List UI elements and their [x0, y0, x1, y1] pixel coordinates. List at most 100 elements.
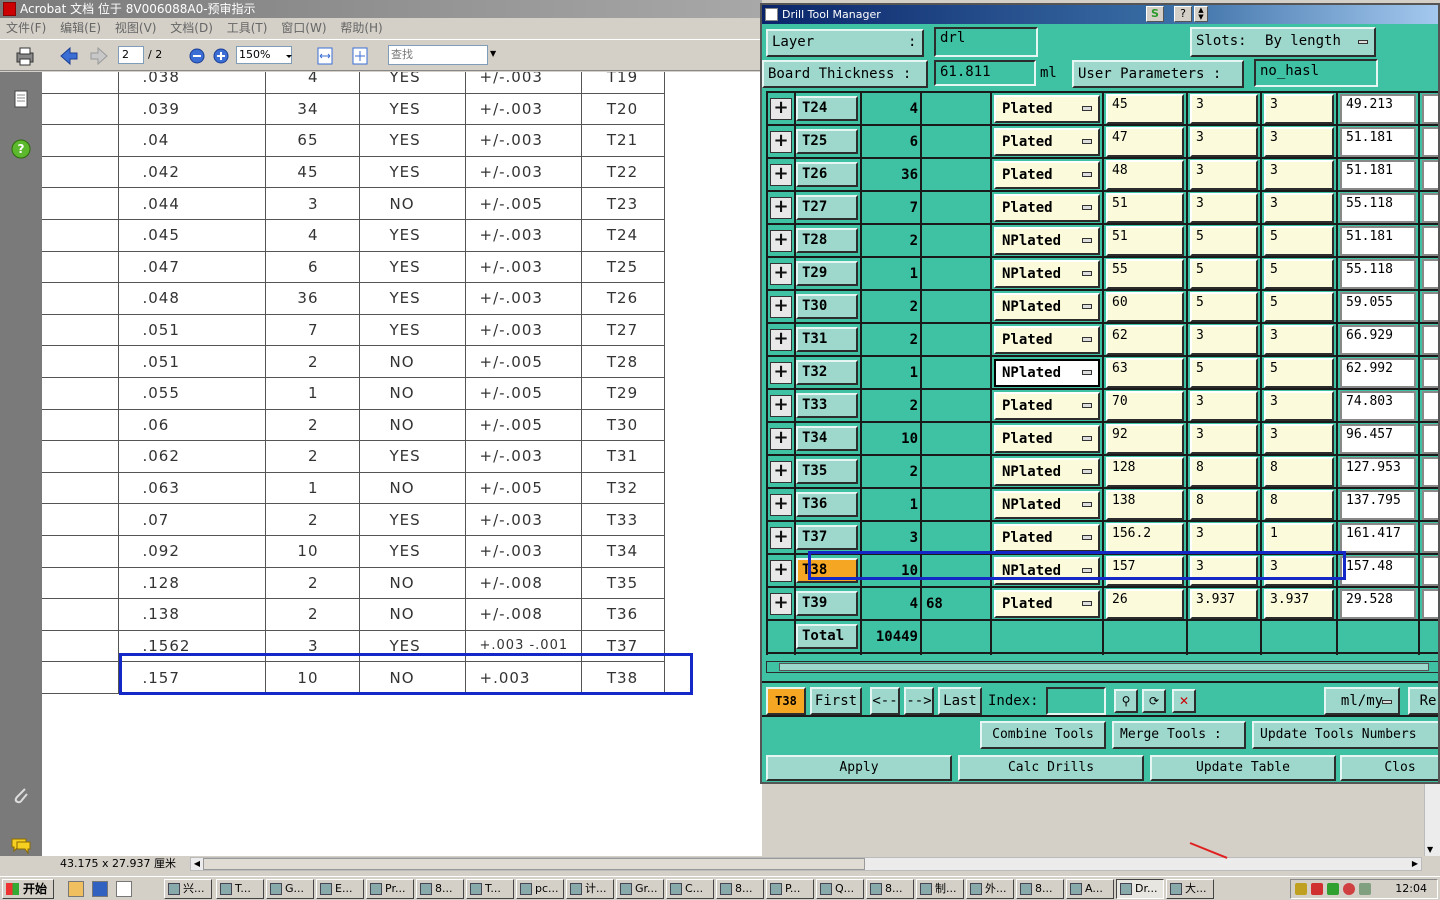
re-button[interactable]: Re — [1408, 687, 1438, 715]
delete-icon[interactable]: ✕ — [1172, 689, 1196, 713]
finish-size-input[interactable]: 128 — [1106, 457, 1184, 487]
taskbar-task[interactable]: P... — [766, 879, 814, 899]
drill-size-input[interactable]: 51.181 — [1340, 226, 1416, 256]
update-table-button[interactable]: Update Table — [1150, 755, 1336, 781]
finish-size-input[interactable]: 62 — [1106, 325, 1184, 355]
next-button[interactable]: --> — [904, 687, 934, 715]
finish-size-input[interactable]: 45 — [1106, 94, 1184, 124]
next-col-input[interactable] — [1422, 358, 1438, 388]
expand-icon[interactable]: + — [770, 362, 792, 384]
tool-button[interactable]: T36 — [796, 492, 858, 517]
drill-size-input[interactable]: 127.953 — [1340, 457, 1416, 487]
expand-icon[interactable]: + — [770, 131, 792, 153]
next-col-input[interactable] — [1422, 193, 1438, 223]
spin-icon[interactable]: ▲ ▼ — [1194, 6, 1208, 22]
quicklaunch-clock-icon[interactable] — [68, 881, 84, 897]
plus-tol-input[interactable]: 8 — [1190, 490, 1258, 520]
refresh-icon[interactable]: ⟳ — [1142, 689, 1166, 713]
tool-button[interactable]: T39 — [796, 591, 858, 616]
finish-size-input[interactable]: 70 — [1106, 391, 1184, 421]
tool-button[interactable]: T32 — [796, 360, 858, 385]
type-select[interactable]: NPlated — [994, 491, 1100, 519]
type-select[interactable]: Plated — [994, 590, 1100, 618]
expand-icon[interactable]: + — [770, 527, 792, 549]
minus-tol-input[interactable]: 3 — [1264, 94, 1334, 124]
pages-icon[interactable] — [10, 88, 32, 110]
quicklaunch-ie-icon[interactable] — [92, 881, 108, 897]
finish-size-input[interactable]: 26 — [1106, 589, 1184, 619]
drill-size-input[interactable]: 96.457 — [1340, 424, 1416, 454]
plus-tol-input[interactable]: 5 — [1190, 226, 1258, 256]
minus-tol-input[interactable]: 3.937 — [1264, 589, 1334, 619]
scroll-right-icon[interactable]: ▶ — [1409, 858, 1421, 870]
user-parameters-input[interactable]: no_hasl — [1254, 59, 1378, 87]
zoom-in-icon[interactable] — [210, 45, 232, 67]
minus-tol-input[interactable]: 3 — [1264, 325, 1334, 355]
table-scroll-thumb[interactable] — [779, 663, 1429, 671]
taskbar-task[interactable]: 外... — [966, 879, 1014, 899]
expand-icon[interactable]: + — [770, 164, 792, 186]
minus-tol-input[interactable]: 5 — [1264, 259, 1334, 289]
type-select[interactable]: NPlated — [994, 260, 1100, 288]
zoom-dropdown-icon[interactable] — [284, 45, 294, 67]
type-select[interactable]: Plated — [994, 95, 1100, 123]
calc-drills-button[interactable]: Calc Drills — [958, 755, 1144, 781]
expand-icon[interactable]: + — [770, 461, 792, 483]
finish-size-input[interactable]: 60 — [1106, 292, 1184, 322]
menu-edit[interactable]: 编辑(E) — [60, 21, 101, 35]
help-icon[interactable]: ? — [10, 138, 32, 160]
drill-size-input[interactable]: 29.528 — [1340, 589, 1416, 619]
type-select[interactable]: Plated — [994, 326, 1100, 354]
menu-document[interactable]: 文档(D) — [170, 21, 213, 35]
comments-icon[interactable] — [10, 834, 32, 856]
slots-select[interactable]: Slots: By length — [1190, 27, 1376, 57]
next-col-input[interactable] — [1422, 556, 1438, 586]
close-button[interactable]: Clos — [1340, 755, 1438, 781]
zoom-out-icon[interactable] — [186, 45, 208, 67]
plus-tol-input[interactable]: 5 — [1190, 292, 1258, 322]
expand-icon[interactable]: + — [770, 98, 792, 120]
minus-tol-input[interactable]: 8 — [1264, 457, 1334, 487]
plus-tol-input[interactable]: 3 — [1190, 424, 1258, 454]
update-tools-numbers-button[interactable]: Update Tools Numbers — [1252, 721, 1438, 749]
tool-button[interactable]: T25 — [796, 129, 858, 154]
tool-button[interactable]: T30 — [796, 294, 858, 319]
menu-file[interactable]: 文件(F) — [6, 21, 46, 35]
acrobat-title-bar[interactable]: Acrobat 文档 位于 8V006088A0-预审指示 — [0, 0, 762, 18]
taskbar-task[interactable]: G... — [266, 879, 314, 899]
plus-tol-input[interactable]: 3 — [1190, 325, 1258, 355]
drill-size-input[interactable]: 49.213 — [1340, 94, 1416, 124]
taskbar-task[interactable]: A... — [1066, 879, 1114, 899]
next-col-input[interactable] — [1422, 391, 1438, 421]
next-page-icon[interactable] — [88, 45, 110, 67]
tool-button[interactable]: T29 — [796, 261, 858, 286]
type-select[interactable]: Plated — [994, 425, 1100, 453]
drill-size-input[interactable]: 55.118 — [1340, 193, 1416, 223]
expand-icon[interactable]: + — [770, 593, 792, 615]
scroll-down-icon[interactable]: ▼ — [1427, 845, 1433, 854]
expand-icon[interactable]: + — [770, 263, 792, 285]
tool-button[interactable]: T26 — [796, 162, 858, 187]
drill-size-input[interactable]: 51.181 — [1340, 160, 1416, 190]
minus-tol-input[interactable]: 3 — [1264, 127, 1334, 157]
minus-tol-input[interactable]: 5 — [1264, 226, 1334, 256]
taskbar-task[interactable]: pc... — [516, 879, 564, 899]
start-button[interactable]: 开始 — [2, 879, 54, 899]
tray-circle-icon[interactable] — [1343, 883, 1355, 895]
taskbar-task[interactable]: Q... — [816, 879, 864, 899]
next-col-input[interactable] — [1422, 424, 1438, 454]
finish-size-input[interactable]: 92 — [1106, 424, 1184, 454]
taskbar-task[interactable]: 8... — [416, 879, 464, 899]
taskbar-task[interactable]: T... — [216, 879, 264, 899]
minus-tol-input[interactable]: 1 — [1264, 523, 1334, 553]
finish-size-input[interactable]: 47 — [1106, 127, 1184, 157]
next-col-input[interactable] — [1422, 94, 1438, 124]
type-select[interactable]: NPlated — [994, 293, 1100, 321]
pdf-document-view[interactable]: .038 4 YES +/-.003 T19.039 34 YES +/-.003 T20.04… — [42, 72, 762, 856]
board-thickness-input[interactable]: 61.811 — [934, 60, 1036, 86]
quicklaunch-notepad-icon[interactable] — [116, 881, 132, 897]
taskbar-task[interactable]: Pr... — [366, 879, 414, 899]
minus-tol-input[interactable]: 3 — [1264, 424, 1334, 454]
tool-button[interactable]: T27 — [796, 195, 858, 220]
tray-a-icon[interactable] — [1311, 883, 1323, 895]
